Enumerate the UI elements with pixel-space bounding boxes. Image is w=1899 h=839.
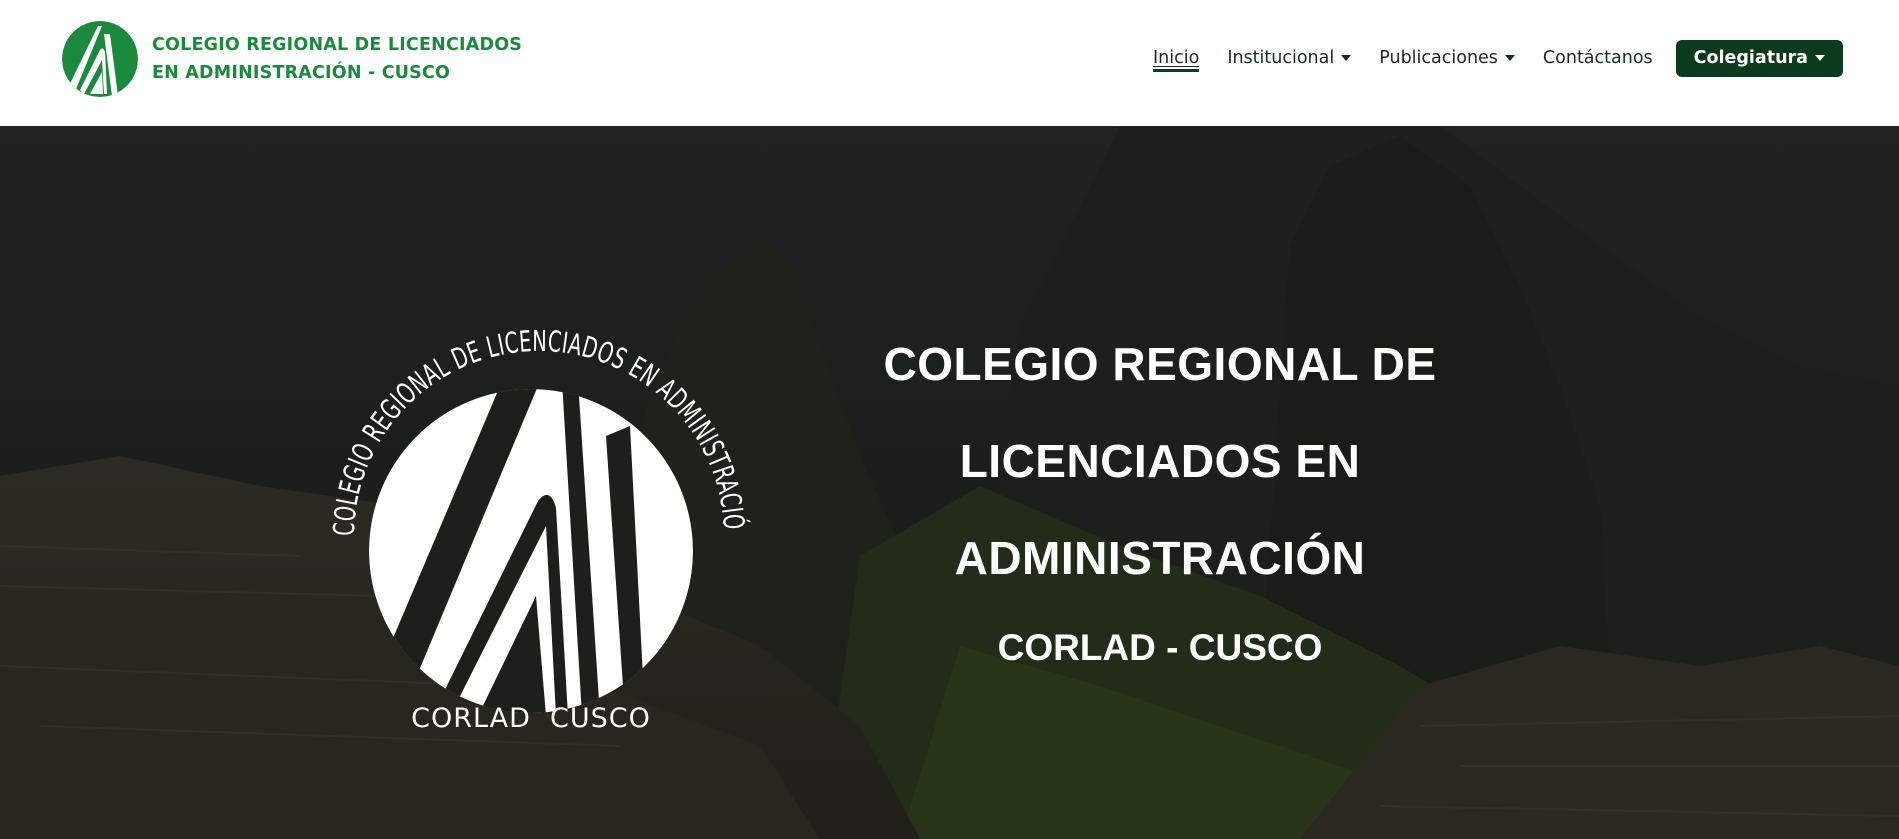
nav-item-institucional-label: Institucional (1227, 48, 1335, 68)
main-nav: Inicio Institucional Publicaciones Contá… (1153, 39, 1843, 77)
brand[interactable]: COLEGIO REGIONAL DE LICENCIADOS EN ADMIN… (60, 20, 522, 98)
nav-item-publicaciones-label: Publicaciones (1379, 48, 1498, 68)
seal-bottom-text: CORLAD CUSCO (411, 703, 651, 734)
corlad-logo-icon[interactable] (60, 20, 140, 98)
nav-item-publicaciones[interactable]: Publicaciones (1379, 40, 1515, 76)
nav-item-institucional[interactable]: Institucional (1227, 40, 1352, 76)
hero-title-line3: ADMINISTRACIÓN (954, 532, 1366, 584)
caret-down-icon (1504, 55, 1515, 61)
site-header: COLEGIO REGIONAL DE LICENCIADOS EN ADMIN… (0, 0, 1899, 126)
hero-title-line1: COLEGIO REGIONAL DE (883, 338, 1437, 390)
colegiatura-button-label: Colegiatura (1693, 48, 1808, 68)
nav-item-inicio[interactable]: Inicio (1153, 40, 1200, 76)
corlad-seal-icon: COLEGIO REGIONAL DE LICENCIADOS EN ADMIN… (300, 286, 751, 734)
caret-down-icon (1341, 55, 1352, 61)
hero-section: COLEGIO REGIONAL DE LICENCIADOS EN ADMIN… (0, 126, 1899, 839)
nav-item-contactanos-label: Contáctanos (1542, 48, 1653, 68)
brand-name-line2: EN ADMINISTRACIÓN - CUSCO (152, 63, 451, 83)
brand-name-line1: COLEGIO REGIONAL DE LICENCIADOS (152, 35, 523, 55)
nav-item-contactanos[interactable]: Contáctanos (1543, 40, 1653, 76)
colegiatura-button[interactable]: Colegiatura (1675, 39, 1843, 77)
caret-down-icon (1815, 55, 1825, 61)
hero-title-line2: LICENCIADOS EN (959, 435, 1361, 487)
hero-title: COLEGIO REGIONAL DE LICENCIADOS EN ADMIN… (790, 316, 1530, 607)
hero-subtitle: CORLAD - CUSCO (997, 627, 1323, 668)
nav-item-inicio-label: Inicio (1153, 48, 1200, 68)
brand-name[interactable]: COLEGIO REGIONAL DE LICENCIADOS EN ADMIN… (152, 31, 522, 87)
